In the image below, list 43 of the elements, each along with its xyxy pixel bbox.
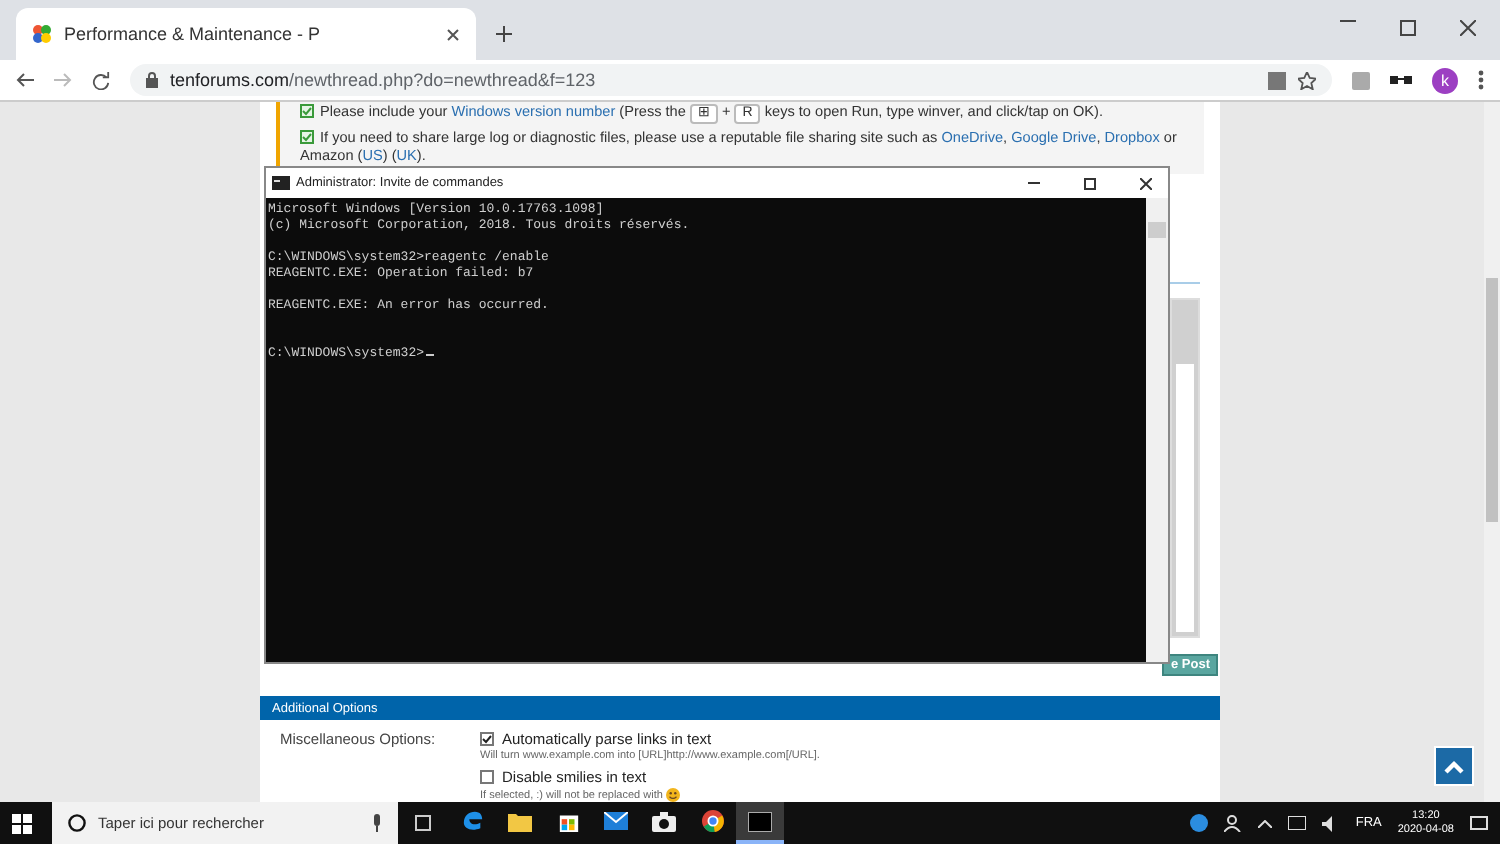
notification-icon[interactable] [1470,815,1488,831]
taskbar-app[interactable] [736,802,784,844]
maximize-icon[interactable] [1084,177,1096,189]
close-icon[interactable] [1140,177,1152,189]
task-view-icon[interactable] [414,814,432,832]
back-arrow-icon[interactable] [16,72,34,88]
url-host: tenforums.com [170,70,290,90]
lock-icon [146,72,158,88]
camera-icon [652,811,676,831]
glasses-icon[interactable] [1390,74,1412,86]
console-window-icon [272,176,290,190]
star-icon[interactable] [1298,71,1316,89]
menu-icon[interactable] [1478,70,1484,90]
maximize-icon[interactable] [1400,20,1416,36]
edge-icon [461,810,483,832]
scrollbar[interactable] [1484,102,1500,802]
close-icon[interactable] [1460,20,1476,36]
favicon-icon [32,24,52,44]
search-icon [68,814,86,832]
url-path: /newthread.php?do=newthread&f=123 [289,70,596,90]
tab-title: Performance & Maintenance - P [64,24,323,44]
profile-avatar[interactable]: k [1432,67,1458,93]
new-tab-icon[interactable] [496,26,512,42]
mail-icon [604,812,628,830]
chevron-up-icon [1444,759,1464,773]
checkbox[interactable] [480,770,494,784]
checkbox[interactable] [480,732,494,746]
close-icon[interactable] [446,27,460,41]
smiley-icon [666,788,681,802]
chevron-up-icon[interactable] [1257,819,1272,827]
windows-start-icon[interactable] [12,813,32,833]
microphone-icon[interactable] [372,814,382,832]
chrome-icon [701,810,723,832]
scrollbar[interactable] [1146,198,1168,662]
address-bar[interactable]: tenforums.com/newthread.php?do=newthread&f=123 [130,64,1332,96]
console-window-icon [748,811,772,831]
people-icon[interactable] [1223,814,1242,832]
store-bag-icon [557,810,579,832]
back-to-top-button[interactable] [1434,746,1474,786]
browser-tab[interactable]: Performance & Maintenance - P [16,8,476,60]
folder-icon [508,811,532,831]
minimize-icon[interactable] [1340,20,1356,24]
reload-icon[interactable] [92,71,110,89]
